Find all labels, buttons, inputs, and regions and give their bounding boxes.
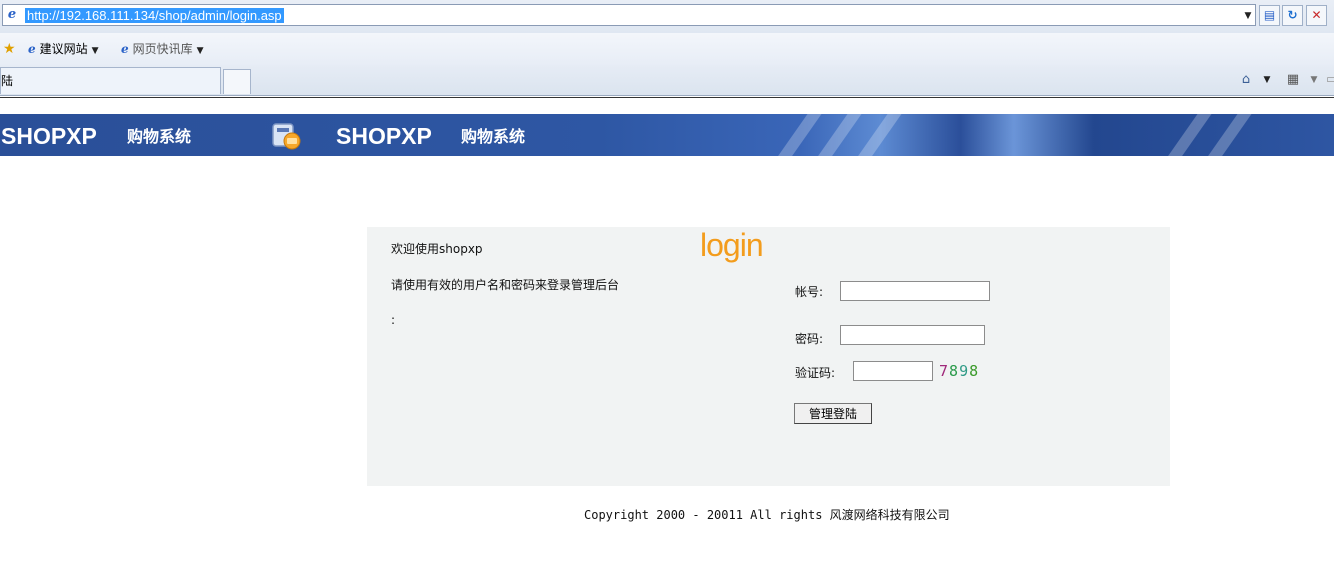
instruction-text: 请使用有效的用户名和密码来登录管理后台	[391, 278, 620, 292]
copyright-text: Copyright 2000 - 20011 All rights 风渡网络科技…	[584, 508, 950, 522]
account-label: 帐号:	[795, 285, 824, 299]
banner-logo-text: SHOPXP	[1, 123, 97, 149]
admin-login-button[interactable]: 管理登陆	[794, 403, 872, 424]
address-field[interactable]: e http://192.168.111.134/shop/admin/logi…	[2, 4, 1256, 26]
stop-button[interactable]: ✕	[1306, 5, 1327, 26]
chevron-down-icon[interactable]: ▼	[1262, 71, 1272, 89]
site-banner: SHOPXP 购物系统 SHOPXP 购物系统	[0, 114, 1334, 156]
welcome-text: 欢迎使用shopxp	[391, 242, 483, 256]
favorite-label: 网页快讯库	[132, 42, 193, 56]
chevron-down-icon: ▼	[91, 46, 99, 56]
captcha-digit: 8	[949, 362, 960, 380]
shop-emblem-icon	[272, 123, 301, 150]
favorites-star-icon[interactable]: ★	[3, 41, 16, 57]
login-logo: login	[700, 227, 764, 263]
note-text: :	[391, 313, 396, 327]
print-icon[interactable]: ▭	[1326, 71, 1334, 89]
captcha-label: 验证码:	[795, 366, 836, 380]
banner-decoration	[1155, 114, 1219, 156]
captcha-digit: 9	[959, 362, 970, 380]
favorites-bar: ★ e 建议网站 ▼ e 网页快讯库 ▼	[0, 33, 1334, 65]
password-input[interactable]	[840, 325, 985, 345]
banner-subtitle: 购物系统	[461, 127, 526, 146]
address-bar: e http://192.168.111.134/shop/admin/logi…	[0, 0, 1334, 33]
ie-page-icon: e	[7, 7, 17, 22]
chevron-down-icon: ▼	[196, 46, 204, 56]
compatibility-view-button[interactable]: ▤	[1259, 5, 1280, 26]
page-divider	[0, 97, 1334, 98]
password-label: 密码:	[795, 332, 824, 346]
home-icon[interactable]: ⌂	[1237, 71, 1255, 89]
chevron-down-icon[interactable]: ▼	[1309, 71, 1319, 89]
new-tab-button[interactable]	[223, 69, 251, 94]
captcha-digit: 7	[939, 362, 950, 380]
url-text[interactable]: http://192.168.111.134/shop/admin/login.…	[25, 8, 284, 23]
captcha-digit: 8	[969, 362, 980, 380]
banner-decoration	[765, 114, 829, 156]
ie-icon: e	[121, 42, 129, 56]
ie-icon: e	[28, 42, 36, 56]
banner-subtitle: 购物系统	[127, 127, 192, 146]
tab-active[interactable]: 陆	[0, 67, 221, 94]
tab-title: 陆	[1, 74, 14, 88]
refresh-button[interactable]: ↻	[1282, 5, 1303, 26]
address-dropdown-icon[interactable]: ▼	[1241, 9, 1255, 23]
account-input[interactable]	[840, 281, 990, 301]
feed-icon[interactable]: ▦	[1284, 71, 1302, 89]
favorite-suggested-sites[interactable]: e 建议网站 ▼	[28, 41, 99, 57]
favorite-label: 建议网站	[39, 42, 88, 56]
tab-bar: 陆 ⌂ ▼ ▦ ▼ ▭	[0, 65, 1334, 96]
favorite-web-slice-gallery[interactable]: e 网页快讯库 ▼	[121, 41, 204, 57]
login-panel: 欢迎使用shopxp 请使用有效的用户名和密码来登录管理后台 : login 帐…	[367, 227, 1170, 486]
captcha-image[interactable]: 7898	[939, 361, 979, 381]
captcha-input[interactable]	[853, 361, 933, 381]
banner-logo-text: SHOPXP	[336, 123, 432, 149]
